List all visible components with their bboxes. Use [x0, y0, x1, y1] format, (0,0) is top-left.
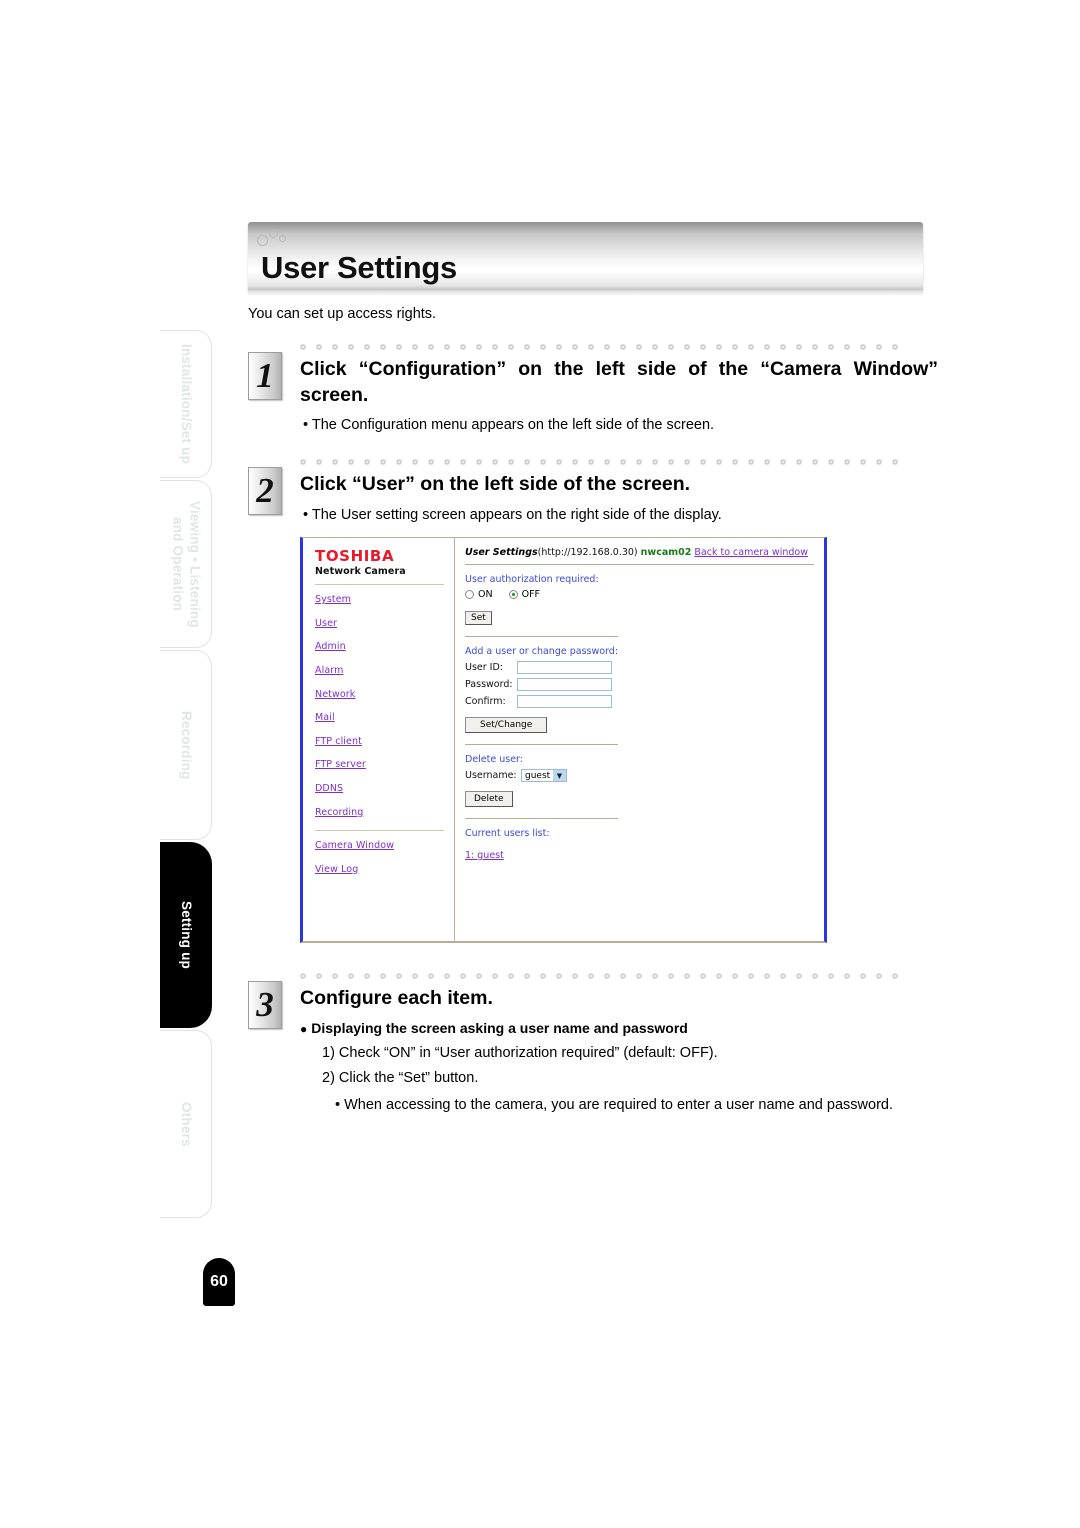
intro-text: You can set up access rights. [248, 306, 437, 322]
delete-username-value: guest [525, 770, 551, 781]
page-title-banner: User Settings [248, 222, 923, 296]
radio-on-label: ON [478, 589, 493, 601]
nav-item-mail[interactable]: Mail [315, 712, 444, 723]
step-3-item-1: 1) Check “ON” in “User authorization req… [322, 1044, 718, 1061]
step-number-badge: 1 [248, 352, 282, 400]
brand-subtitle: Network Camera [315, 566, 406, 578]
user-id-row: User ID: [465, 661, 814, 675]
radio-off-label: OFF [521, 589, 540, 601]
sidebar-tab-installation[interactable]: Installation/Set up [160, 330, 212, 478]
nav-item-camera-window[interactable]: Camera Window [315, 840, 444, 851]
sidebar-tab-label: Viewing • Listening and Operation [170, 500, 203, 628]
sidebar-tab-viewing-listening[interactable]: Viewing • Listening and Operation [160, 480, 212, 648]
confirm-input[interactable] [517, 695, 612, 709]
user-authorization-radio-group: ON OFF [465, 589, 814, 600]
nav-item-admin[interactable]: Admin [315, 641, 444, 652]
page-title: User Settings [261, 250, 457, 285]
chevron-down-icon[interactable]: ▼ [553, 770, 566, 782]
panel-header-divider [465, 564, 814, 566]
step-3-bullet: • When accessing to the camera, you are … [335, 1096, 893, 1113]
user-id-label: User ID: [465, 662, 503, 674]
password-input[interactable] [517, 678, 612, 692]
password-label: Password: [465, 679, 513, 691]
delete-user-label: Delete user: [465, 754, 523, 766]
radio-option-on[interactable]: ON [465, 589, 493, 600]
add-user-label: Add a user or change password: [465, 646, 619, 658]
delete-username-label: Username: [465, 770, 517, 782]
step-note: • The Configuration menu appears on the … [303, 417, 715, 434]
nav-item-ftp-server[interactable]: FTP server [315, 759, 444, 770]
radio-option-off[interactable]: OFF [508, 589, 540, 601]
step-number-badge: 2 [248, 467, 282, 516]
delete-username-row: Username: guest ▼ [465, 769, 814, 783]
bubbles-decoration-icon [257, 228, 301, 246]
sidebar-tab-label: Recording [178, 710, 194, 780]
sidebar-tab-recording[interactable]: Recording [160, 650, 212, 840]
user-id-input[interactable] [517, 661, 612, 675]
set-button[interactable]: Set [465, 611, 492, 626]
step-divider-dots [300, 344, 900, 354]
current-user-entry[interactable]: 1: guest [465, 850, 504, 861]
sidebar-tab-label: Installation/Set up [178, 343, 194, 465]
step-1: 1 Click “Configuration” on the left side… [248, 344, 938, 433]
nav-item-view-log[interactable]: View Log [315, 864, 444, 875]
current-users-label: Current users list: [465, 828, 550, 840]
nav-divider-top [315, 584, 444, 586]
step-title: Click “User” on the left side of the scr… [300, 473, 691, 496]
step-number-badge: 3 [248, 981, 282, 1030]
radio-on-icon[interactable] [465, 590, 474, 600]
password-row: Password: [465, 678, 814, 692]
sidebar-tab-setting-up[interactable]: Setting up [160, 842, 212, 1028]
nav-item-user[interactable]: User [315, 618, 444, 629]
panel-title: User Settings [465, 547, 538, 559]
section-divider-2 [465, 744, 618, 746]
step-3-sub-heading: Displaying the screen asking a user name… [311, 1019, 688, 1036]
nav-divider-bottom [315, 830, 444, 832]
step-3-item-2: 2) Click the “Set” button. [322, 1069, 479, 1086]
step-divider-dots [300, 459, 900, 470]
step-note: • The User setting screen appears on the… [303, 507, 722, 524]
step-3-details: ● Displaying the screen asking a user nam… [300, 1020, 938, 1116]
confirm-row: Confirm: [465, 695, 814, 709]
section-divider-1 [465, 636, 618, 638]
sidebar-tab-label: Setting up [178, 901, 194, 969]
radio-off-icon[interactable] [508, 590, 518, 600]
set-change-button[interactable]: Set/Change [465, 717, 548, 734]
section-divider-3 [465, 818, 618, 820]
confirm-label: Confirm: [465, 696, 506, 708]
sidebar-tab-others[interactable]: Others [160, 1030, 212, 1218]
nav-item-alarm[interactable]: Alarm [315, 665, 444, 676]
panel-url: (http://192.168.0.30) [537, 547, 638, 559]
bullet-dot-icon: ● [300, 1021, 308, 1036]
nav-item-ddns[interactable]: DDNS [315, 783, 444, 794]
nav-item-network[interactable]: Network [315, 689, 444, 700]
user-authorization-label: User authorization required: [465, 574, 599, 586]
browser-screenshot: TOSHIBA Network Camera System User Admin… [300, 537, 827, 944]
step-3-sub-heading-row: ● Displaying the screen asking a user nam… [300, 1020, 938, 1036]
camera-config-nav: TOSHIBA Network Camera System User Admin… [303, 538, 455, 942]
step-title: Click “Configuration” on the left side o… [300, 358, 938, 406]
nav-item-recording[interactable]: Recording [315, 807, 444, 818]
panel-header: User Settings(http://192.168.0.30) nwcam… [465, 547, 814, 558]
back-to-camera-window-link[interactable]: Back to camera window [694, 547, 808, 558]
nav-item-ftp-client[interactable]: FTP client [315, 736, 444, 747]
step-title: Configure each item. [300, 987, 493, 1010]
delete-username-select[interactable]: guest ▼ [521, 769, 567, 783]
sidebar-tab-label: Others [178, 1101, 194, 1147]
step-2: 2 Click “User” on the left side of the s… [248, 459, 938, 523]
user-settings-panel: User Settings(http://192.168.0.30) nwcam… [455, 538, 824, 941]
camera-name: nwcam02 [640, 547, 692, 559]
toshiba-logo: TOSHIBA [315, 547, 395, 566]
page-number: 60 [203, 1258, 235, 1306]
step-3: 3 Configure each item. [248, 973, 938, 1030]
step-divider-dots [300, 973, 900, 984]
page-content: User Settings You can set up access righ… [248, 0, 938, 1116]
nav-item-system[interactable]: System [315, 594, 444, 605]
delete-button[interactable]: Delete [465, 791, 513, 808]
